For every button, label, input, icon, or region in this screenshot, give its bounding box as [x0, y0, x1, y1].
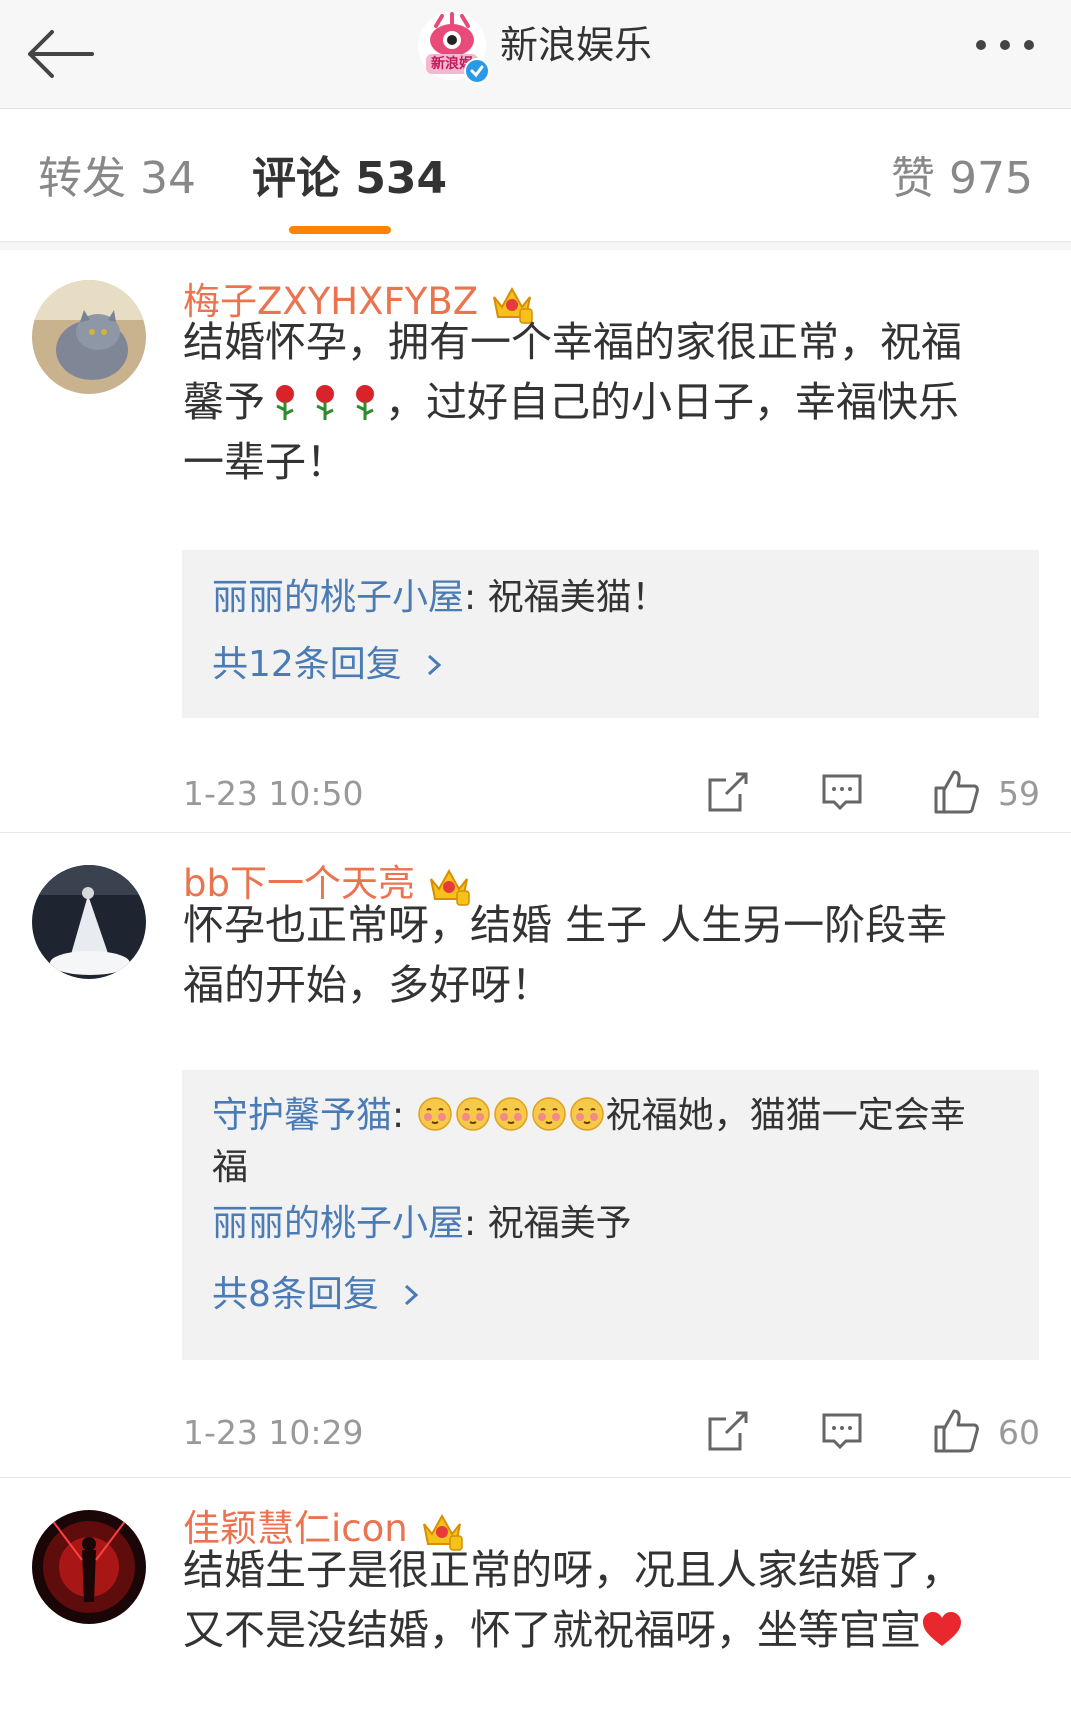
verified-badge-icon — [464, 58, 490, 84]
comment-line: 怀孕也正常呀，结婚 生子 人生另一阶段幸 — [183, 901, 948, 949]
comment-line: 福的开始，多好呀！ — [183, 961, 552, 1009]
view-more-replies-link[interactable]: 共8条回复 — [212, 1270, 424, 1320]
blushing-face-icon — [569, 1097, 604, 1131]
comment-icon — [822, 1413, 862, 1450]
comment-fragment: 又不是没结婚，怀了就祝福呀，坐等官宣 — [183, 1606, 921, 1654]
comment-timestamp: 1-23 10:29 — [183, 1413, 364, 1452]
blushing-emoji-group — [416, 1095, 606, 1136]
reply-item: 丽丽的桃子小屋: 祝福美猫！ — [212, 572, 1012, 624]
share-button[interactable] — [706, 770, 750, 814]
back-button[interactable] — [22, 22, 102, 86]
blushing-face-icon — [417, 1097, 452, 1131]
thumbs-up-icon — [934, 1409, 979, 1453]
blushing-face-icon — [531, 1097, 566, 1131]
more-icon-dot — [1000, 40, 1010, 50]
thumbs-up-icon — [934, 770, 979, 814]
top-bar: 新浪娱 新浪娱乐 — [0, 0, 1071, 109]
active-tab-indicator — [289, 226, 391, 234]
reply-box: 守护馨予猫: 祝福她，猫猫一定会幸 福 丽丽的桃子小屋: 祝福美予 共8条回复 — [182, 1070, 1039, 1360]
back-arrow-icon — [28, 30, 94, 78]
like-button[interactable] — [932, 768, 980, 816]
chevron-right-icon — [428, 654, 442, 676]
reply-username[interactable]: 丽丽的桃子小屋 — [212, 1203, 464, 1244]
reply-username[interactable]: 丽丽的桃子小屋 — [212, 577, 464, 618]
tab-repost[interactable]: 转发 34 — [38, 149, 196, 209]
reply-button[interactable] — [820, 1409, 864, 1453]
page-title: 新浪娱乐 — [500, 23, 653, 67]
tab-bar: 转发 34 评论 534 赞 975 — [0, 109, 1071, 242]
comment-item: 梅子ZXYHXFYBZ 结婚怀孕，拥有一个幸福的家很正常，祝福 馨予 ，过好自己的… — [0, 250, 1071, 830]
more-icon — [976, 40, 986, 50]
comment-timestamp: 1-23 10:50 — [183, 774, 364, 813]
rose-icon — [276, 385, 294, 420]
comment-fragment: ，过好自己的小日子，幸福快乐 — [385, 378, 959, 426]
reply-username[interactable]: 守护馨予猫 — [212, 1095, 392, 1136]
comment-icon — [822, 774, 862, 811]
blushing-face-icon — [455, 1097, 490, 1131]
share-icon — [708, 1411, 748, 1451]
comment-fragment: 馨予 — [183, 378, 265, 426]
comment-line: 又不是没结婚，怀了就祝福呀，坐等官宣 — [183, 1600, 1043, 1660]
avatar[interactable] — [32, 280, 146, 394]
view-more-replies-link[interactable]: 共12条回复 — [212, 640, 447, 690]
avatar[interactable] — [32, 1510, 146, 1624]
reply-item: 守护馨予猫: 祝福她，猫猫一定会幸 福 — [212, 1090, 1012, 1194]
tab-comments[interactable]: 评论 534 — [252, 149, 447, 209]
comment-text: 结婚怀孕，拥有一个幸福的家很正常，祝福 馨予 ，过好自己的小日子，幸福快乐 一辈子… — [183, 312, 1043, 492]
rose-emoji-group — [265, 378, 385, 426]
heart-icon — [923, 1612, 961, 1646]
comment-line: 结婚怀孕，拥有一个幸福的家很正常，祝福 — [183, 318, 962, 366]
share-button[interactable] — [706, 1409, 750, 1453]
comment-line: 结婚生子是很正常的呀，况且人家结婚了， — [183, 1546, 962, 1594]
more-button[interactable] — [970, 30, 1050, 60]
blushing-face-icon — [493, 1097, 528, 1131]
reply-text: : — [392, 1095, 416, 1136]
tab-likes[interactable]: 赞 975 — [891, 149, 1033, 209]
reply-box: 丽丽的桃子小屋: 祝福美猫！ 共12条回复 — [182, 550, 1039, 718]
like-count: 59 — [998, 774, 1040, 813]
comment-text: 怀孕也正常呀，结婚 生子 人生另一阶段幸 福的开始，多好呀！ — [183, 895, 1043, 1015]
reply-text: : 祝福美予 — [464, 1203, 632, 1244]
more-icon-dot — [1024, 40, 1034, 50]
reply-button[interactable] — [820, 770, 864, 814]
like-count: 60 — [998, 1413, 1040, 1452]
reply-text: 祝福她，猫猫一定会幸 — [605, 1095, 966, 1136]
rose-icon — [316, 385, 334, 420]
comment-line: 一辈子！ — [183, 438, 347, 486]
reply-item: 丽丽的桃子小屋: 祝福美予 — [212, 1198, 1012, 1250]
like-button[interactable] — [932, 1407, 980, 1455]
more-replies-label: 共8条回复 — [212, 1274, 379, 1315]
share-icon — [708, 772, 748, 812]
section-gap — [0, 242, 1071, 250]
comment-item: 佳颖慧仁icon 结婚生子是很正常的呀，况且人家结婚了， 又不是没结婚，怀了就祝… — [0, 1478, 1071, 1715]
comment-text: 结婚生子是很正常的呀，况且人家结婚了， 又不是没结婚，怀了就祝福呀，坐等官宣 — [183, 1540, 1043, 1660]
more-replies-label: 共12条回复 — [212, 644, 402, 685]
chevron-right-icon — [405, 1284, 419, 1306]
comment-item: bb下一个天亮 怀孕也正常呀，结婚 生子 人生另一阶段幸 福的开始，多好呀！ 守… — [0, 833, 1071, 1477]
avatar[interactable] — [32, 865, 146, 979]
comment-line: 馨予 ，过好自己的小日子，幸福快乐 — [183, 372, 1043, 432]
rose-icon — [356, 385, 374, 420]
reply-text: : 祝福美猫！ — [464, 577, 668, 618]
reply-text: 福 — [212, 1147, 249, 1188]
